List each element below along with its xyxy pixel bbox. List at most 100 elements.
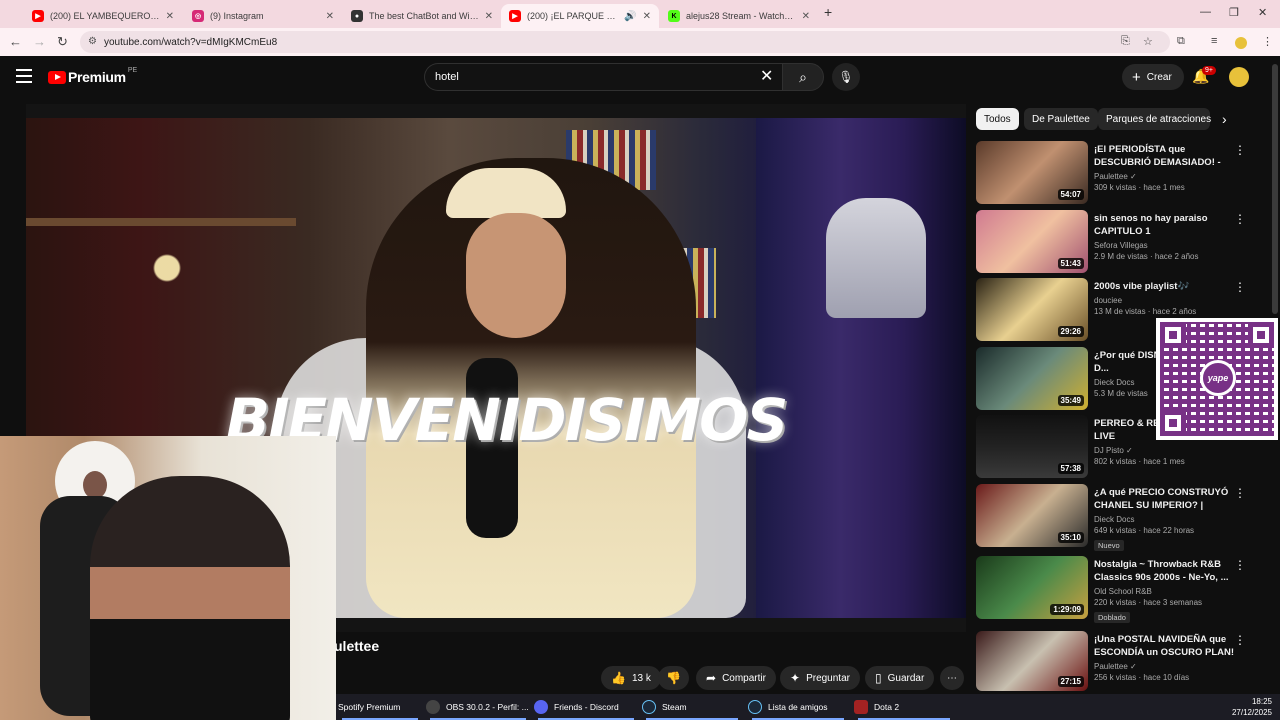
share-icon: ➦ [706,671,717,685]
thumbs-up-icon: 👍 [611,671,626,685]
video-thumbnail[interactable]: 27:15 [976,631,1088,691]
new-badge: Nuevo [1094,540,1124,551]
voice-search-button[interactable]: 🎙 [832,63,860,91]
taskbar-item-dota2[interactable]: Dota 2 [854,694,954,720]
close-icon[interactable]: ✕ [326,11,334,22]
curtain [756,118,966,618]
site-info-icon[interactable]: ⚙ [88,36,97,47]
taskbar-item-obs[interactable]: OBS 30.0.2 - Perfil: ... [426,694,530,720]
search-button[interactable]: ⌕ [782,63,824,91]
bookmark-star-icon[interactable]: ☆ [1143,35,1153,48]
dislike-button[interactable]: 👎 [658,666,689,690]
browser-tab[interactable]: K alejus28 Stream - Watch Live o ✕ [660,4,818,28]
back-icon[interactable]: ← [9,34,22,49]
taskbar-item-friends-list[interactable]: Lista de amigos [748,694,848,720]
statue-bust [826,198,926,318]
page-scrollbar[interactable] [1272,64,1278,314]
clear-search-icon[interactable]: ✕ [760,66,773,86]
qr-finder [1160,322,1186,348]
presenter-face [466,213,566,338]
video-thumbnail[interactable]: 51:43 [976,210,1088,273]
youtube-icon: ▶ [509,10,521,22]
browser-tab-active[interactable]: ▶ (200) ¡EL PARQUE en el que 🔊 ✕ [501,4,659,28]
plus-icon: + [1132,68,1141,86]
video-thumbnail[interactable]: 54:07 [976,141,1088,204]
address-bar-row: ← → ↻ ⚙ youtube.com/watch?v=dMIgKMCmEu8 … [0,28,1280,56]
search-input[interactable]: hotel [424,63,786,91]
video-thumbnail[interactable]: 35:10 [976,484,1088,547]
browser-tab[interactable]: ● The best ChatBot and Widgets ✕ [343,4,501,28]
obs-icon [426,700,440,714]
profile-icon[interactable] [1235,37,1247,49]
close-icon[interactable]: ✕ [485,11,493,22]
thumbs-down-icon: 👎 [666,671,681,685]
streamer [90,476,290,720]
close-icon[interactable]: ✕ [166,11,174,22]
more-horizontal-icon: ⋯ [947,672,957,684]
kebab-menu-icon[interactable]: ⋮ [1234,486,1246,500]
recommendation-item[interactable]: 51:43 sin senos no hay paraiso CAPITULO … [976,210,1266,276]
hamburger-menu-icon[interactable] [16,69,32,83]
video-thumbnail[interactable]: 1:29:09 [976,556,1088,619]
restore-icon[interactable]: ❐ [1229,6,1239,19]
youtube-icon: ▶ [32,10,44,22]
youtube-premium-logo[interactable]: Premium PE [48,67,137,85]
recommendation-item[interactable]: 54:07 ¡El PERIODÍSTA que DESCUBRIÓ DEMAS… [976,141,1266,207]
microphone-icon: 🎙 [838,70,854,84]
create-button[interactable]: + Crear [1122,64,1184,90]
chip-todos[interactable]: Todos [976,108,1019,130]
video-thumbnail[interactable]: 35:49 [976,347,1088,410]
like-button[interactable]: 👍 13 k [601,666,661,690]
bookmark-icon: ▯ [875,671,882,685]
extensions-icon[interactable]: ⧉ [1177,35,1185,48]
kebab-menu-icon[interactable]: ⋮ [1234,280,1246,294]
reload-icon[interactable]: ↻ [57,34,68,50]
new-tab-icon[interactable]: + [824,4,832,20]
recommendation-item[interactable]: 27:15 ¡Una POSTAL NAVIDEÑA que ESCONDÍA … [976,631,1266,691]
instagram-icon: ◎ [192,10,204,22]
taskbar-item-spotify[interactable]: Spotify Premium [338,694,422,720]
qr-finder [1160,410,1186,436]
browser-tab-strip: ▶ (200) EL YAMBEQUERO TIMBA ✕ ◎ (9) Inst… [0,0,1280,28]
ask-button[interactable]: ✦ Preguntar [780,666,860,690]
taskbar-item-discord[interactable]: Friends - Discord [534,694,638,720]
recommendation-item[interactable]: 1:29:09 Nostalgia ~ Throwback R&B Classi… [976,556,1266,626]
video-thumbnail[interactable]: 57:38 [976,415,1088,478]
cap [446,168,566,218]
chip-de-paulettee[interactable]: De Paulettee [1024,108,1098,130]
close-window-icon[interactable]: ✕ [1258,6,1267,19]
more-actions-button[interactable]: ⋯ [940,666,964,690]
browser-tab[interactable]: ◎ (9) Instagram ✕ [184,4,342,28]
browser-tab[interactable]: ▶ (200) EL YAMBEQUERO TIMBA ✕ [24,4,182,28]
speaker-icon[interactable]: 🔊 [624,11,636,22]
kebab-menu-icon[interactable]: ⋮ [1234,143,1246,157]
kebab-menu-icon[interactable]: ⋮ [1234,558,1246,572]
discord-icon [534,700,548,714]
chip-parques[interactable]: Parques de atracciones [1098,108,1211,130]
system-clock[interactable]: 18:25 27/12/2025 [1232,696,1272,718]
close-icon[interactable]: ✕ [643,11,651,22]
save-button[interactable]: ▯ Guardar [865,666,935,690]
url-field[interactable]: ⚙ youtube.com/watch?v=dMIgKMCmEu8 [80,31,1170,53]
video-thumbnail[interactable]: 29:26 [976,278,1088,341]
dota2-icon [854,700,868,714]
taskbar-item-steam[interactable]: Steam [642,694,742,720]
account-avatar[interactable] [1229,67,1249,87]
qr-pattern: yape [1160,322,1274,436]
kebab-menu-icon[interactable]: ⋮ [1262,35,1273,48]
install-icon[interactable]: ⎘ [1121,35,1130,48]
forward-icon[interactable]: → [33,34,46,49]
steam-icon [642,700,656,714]
share-button[interactable]: ➦ Compartir [696,666,776,690]
webcam-overlay [0,436,336,720]
media-controls-icon[interactable]: ≡ [1211,35,1217,47]
recommendation-item[interactable]: 35:10 ¿A qué PRECIO CONSTRUYÓ CHANEL SU … [976,484,1266,554]
taskbar: Spotify Premium OBS 30.0.2 - Perfil: ...… [336,694,1280,720]
chevron-right-icon[interactable]: › [1222,111,1227,127]
kebab-menu-icon[interactable]: ⋮ [1234,212,1246,226]
kebab-menu-icon[interactable]: ⋮ [1234,633,1246,647]
bookshelf [26,218,296,226]
dubbed-badge: Doblado [1094,612,1130,623]
minimize-icon[interactable]: — [1200,6,1211,18]
close-icon[interactable]: ✕ [802,11,810,22]
